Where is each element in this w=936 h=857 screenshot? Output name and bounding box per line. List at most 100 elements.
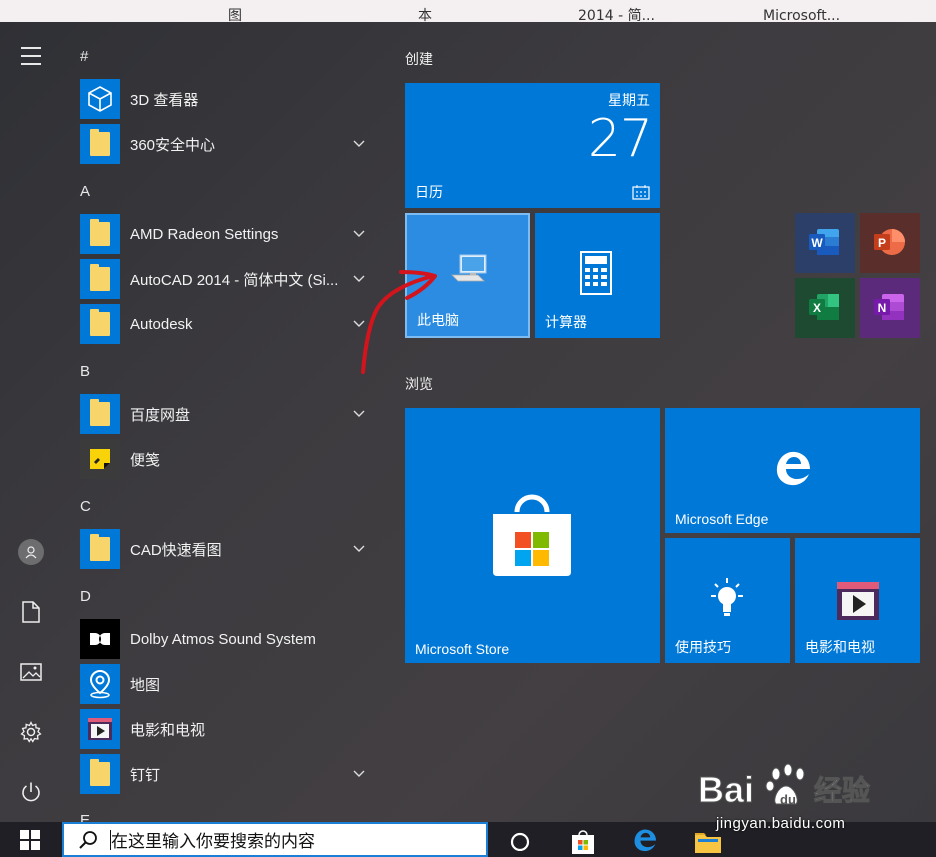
search-icon	[79, 830, 97, 849]
excel-letter: X	[813, 301, 821, 315]
user-account-button[interactable]	[0, 530, 62, 574]
app-label: 钉钉	[130, 766, 161, 784]
microsoft-store-tile[interactable]: Microsoft Store	[405, 408, 660, 663]
desktop-icon-label: 图	[228, 8, 242, 22]
group-header-d[interactable]: D	[80, 588, 91, 605]
start-button[interactable]	[0, 822, 60, 857]
app-label: CAD快速看图	[130, 541, 222, 559]
app-item-baidu-netdisk[interactable]: 百度网盘	[80, 393, 380, 435]
group-header-e[interactable]: E	[80, 812, 90, 822]
svg-text:du: du	[780, 792, 796, 807]
baidu-jingyan-watermark: Bai du 经验 jingyan.baidu.com	[696, 760, 886, 840]
power-button[interactable]	[0, 770, 62, 814]
tile-label: Microsoft Store	[415, 641, 510, 657]
calculator-tile[interactable]: 计算器	[535, 213, 660, 338]
film-icon	[837, 582, 879, 620]
taskbar-edge-button[interactable]	[620, 822, 670, 857]
start-rail	[0, 22, 62, 822]
watermark-url: jingyan.baidu.com	[716, 815, 846, 832]
word-icon: W	[809, 229, 839, 255]
sticky-note-icon	[80, 439, 120, 479]
film-icon	[80, 709, 120, 749]
chevron-down-icon[interactable]	[352, 226, 366, 240]
edge-icon	[776, 451, 810, 486]
app-item-dolby-atmos[interactable]: Dolby Atmos Sound System	[80, 618, 380, 660]
app-label: Autodesk	[130, 315, 193, 333]
settings-button[interactable]	[0, 710, 62, 754]
app-item-amd-radeon[interactable]: AMD Radeon Settings	[80, 213, 380, 255]
app-label: 便笺	[130, 451, 161, 469]
tile-group-title-browse[interactable]: 浏览	[405, 374, 433, 394]
app-item-cad-viewer[interactable]: CAD快速看图	[80, 528, 380, 570]
app-label: 百度网盘	[130, 406, 191, 424]
group-header-hash[interactable]: #	[80, 48, 88, 65]
start-menu: # 3D 查看器 360安全中心 A AMD Radeon Settings A…	[0, 22, 936, 822]
computer-icon	[451, 254, 487, 282]
tile-label: Microsoft Edge	[675, 511, 769, 527]
svg-text:经验: 经验	[814, 774, 870, 807]
powerpoint-letter: P	[878, 236, 886, 250]
tips-tile[interactable]: 使用技巧	[665, 538, 790, 663]
dolby-icon	[80, 619, 120, 659]
map-pin-icon	[80, 664, 120, 704]
app-item-movies-tv[interactable]: 电影和电视	[80, 708, 380, 750]
annotation-arrow	[361, 270, 437, 374]
tile-group-title-create[interactable]: 创建	[405, 49, 433, 69]
app-item-autocad-2014[interactable]: AutoCAD 2014 - 简体中文 (Si...	[80, 258, 380, 300]
desktop-background-strip: 图 本 2014 - 简... Microsoft...	[0, 0, 936, 22]
chevron-down-icon[interactable]	[352, 406, 366, 420]
app-item-autodesk[interactable]: Autodesk	[80, 303, 380, 345]
app-item-maps[interactable]: 地图	[80, 663, 380, 705]
app-item-3d-viewer[interactable]: 3D 查看器	[80, 78, 380, 120]
movies-tv-tile[interactable]: 电影和电视	[795, 538, 920, 663]
chevron-down-icon[interactable]	[352, 541, 366, 555]
desktop-icon-label: 2014 - 简...	[578, 8, 655, 22]
calendar-weekday: 星期五	[608, 93, 650, 109]
calculator-icon	[580, 251, 612, 295]
document-icon	[22, 601, 40, 623]
app-label: 3D 查看器	[130, 91, 199, 109]
chevron-down-icon[interactable]	[352, 136, 366, 150]
chevron-down-icon[interactable]	[352, 766, 366, 780]
calendar-icon	[632, 185, 650, 200]
tile-label: 电影和电视	[805, 639, 875, 655]
powerpoint-tile[interactable]: P	[860, 213, 920, 273]
tile-label: 日历	[415, 184, 443, 200]
user-avatar-icon	[18, 539, 44, 565]
folder-icon	[80, 124, 120, 164]
app-item-dingtalk[interactable]: 钉钉	[80, 753, 380, 795]
app-label: Dolby Atmos Sound System	[130, 630, 316, 648]
taskbar-search-input[interactable]: 在这里输入你要搜索的内容	[62, 822, 488, 857]
menu-button[interactable]	[0, 34, 62, 78]
excel-tile[interactable]: X	[795, 278, 855, 338]
taskbar-store-button[interactable]	[558, 822, 608, 857]
baidu-logo-icon: Bai du 经验	[698, 763, 871, 811]
svg-text:Bai: Bai	[698, 769, 754, 810]
pictures-button[interactable]	[0, 650, 62, 694]
tile-label: 计算器	[545, 314, 587, 330]
folder-icon	[80, 304, 120, 344]
documents-button[interactable]	[0, 590, 62, 634]
word-tile[interactable]: W	[795, 213, 855, 273]
onenote-tile[interactable]: N	[860, 278, 920, 338]
app-label: AMD Radeon Settings	[130, 225, 279, 243]
folder-icon	[80, 754, 120, 794]
app-label: 地图	[130, 676, 161, 694]
onenote-icon: N	[874, 294, 904, 320]
group-header-a[interactable]: A	[80, 183, 90, 200]
word-letter: W	[811, 236, 823, 250]
app-label: 360安全中心	[130, 136, 216, 154]
onenote-letter: N	[878, 301, 887, 315]
search-placeholder: 在这里输入你要搜索的内容	[111, 832, 315, 852]
folder-icon	[80, 529, 120, 569]
calendar-tile[interactable]: 星期五 27 日历	[405, 83, 660, 208]
calendar-day: 27	[587, 109, 653, 169]
app-item-360-security[interactable]: 360安全中心	[80, 123, 380, 165]
cortana-button[interactable]	[495, 822, 545, 857]
powerpoint-icon: P	[874, 229, 905, 255]
microsoft-edge-tile[interactable]: Microsoft Edge	[665, 408, 920, 533]
group-header-b[interactable]: B	[80, 363, 90, 380]
group-header-c[interactable]: C	[80, 498, 91, 515]
edge-icon	[634, 829, 657, 851]
app-item-sticky-notes[interactable]: 便笺	[80, 438, 380, 480]
